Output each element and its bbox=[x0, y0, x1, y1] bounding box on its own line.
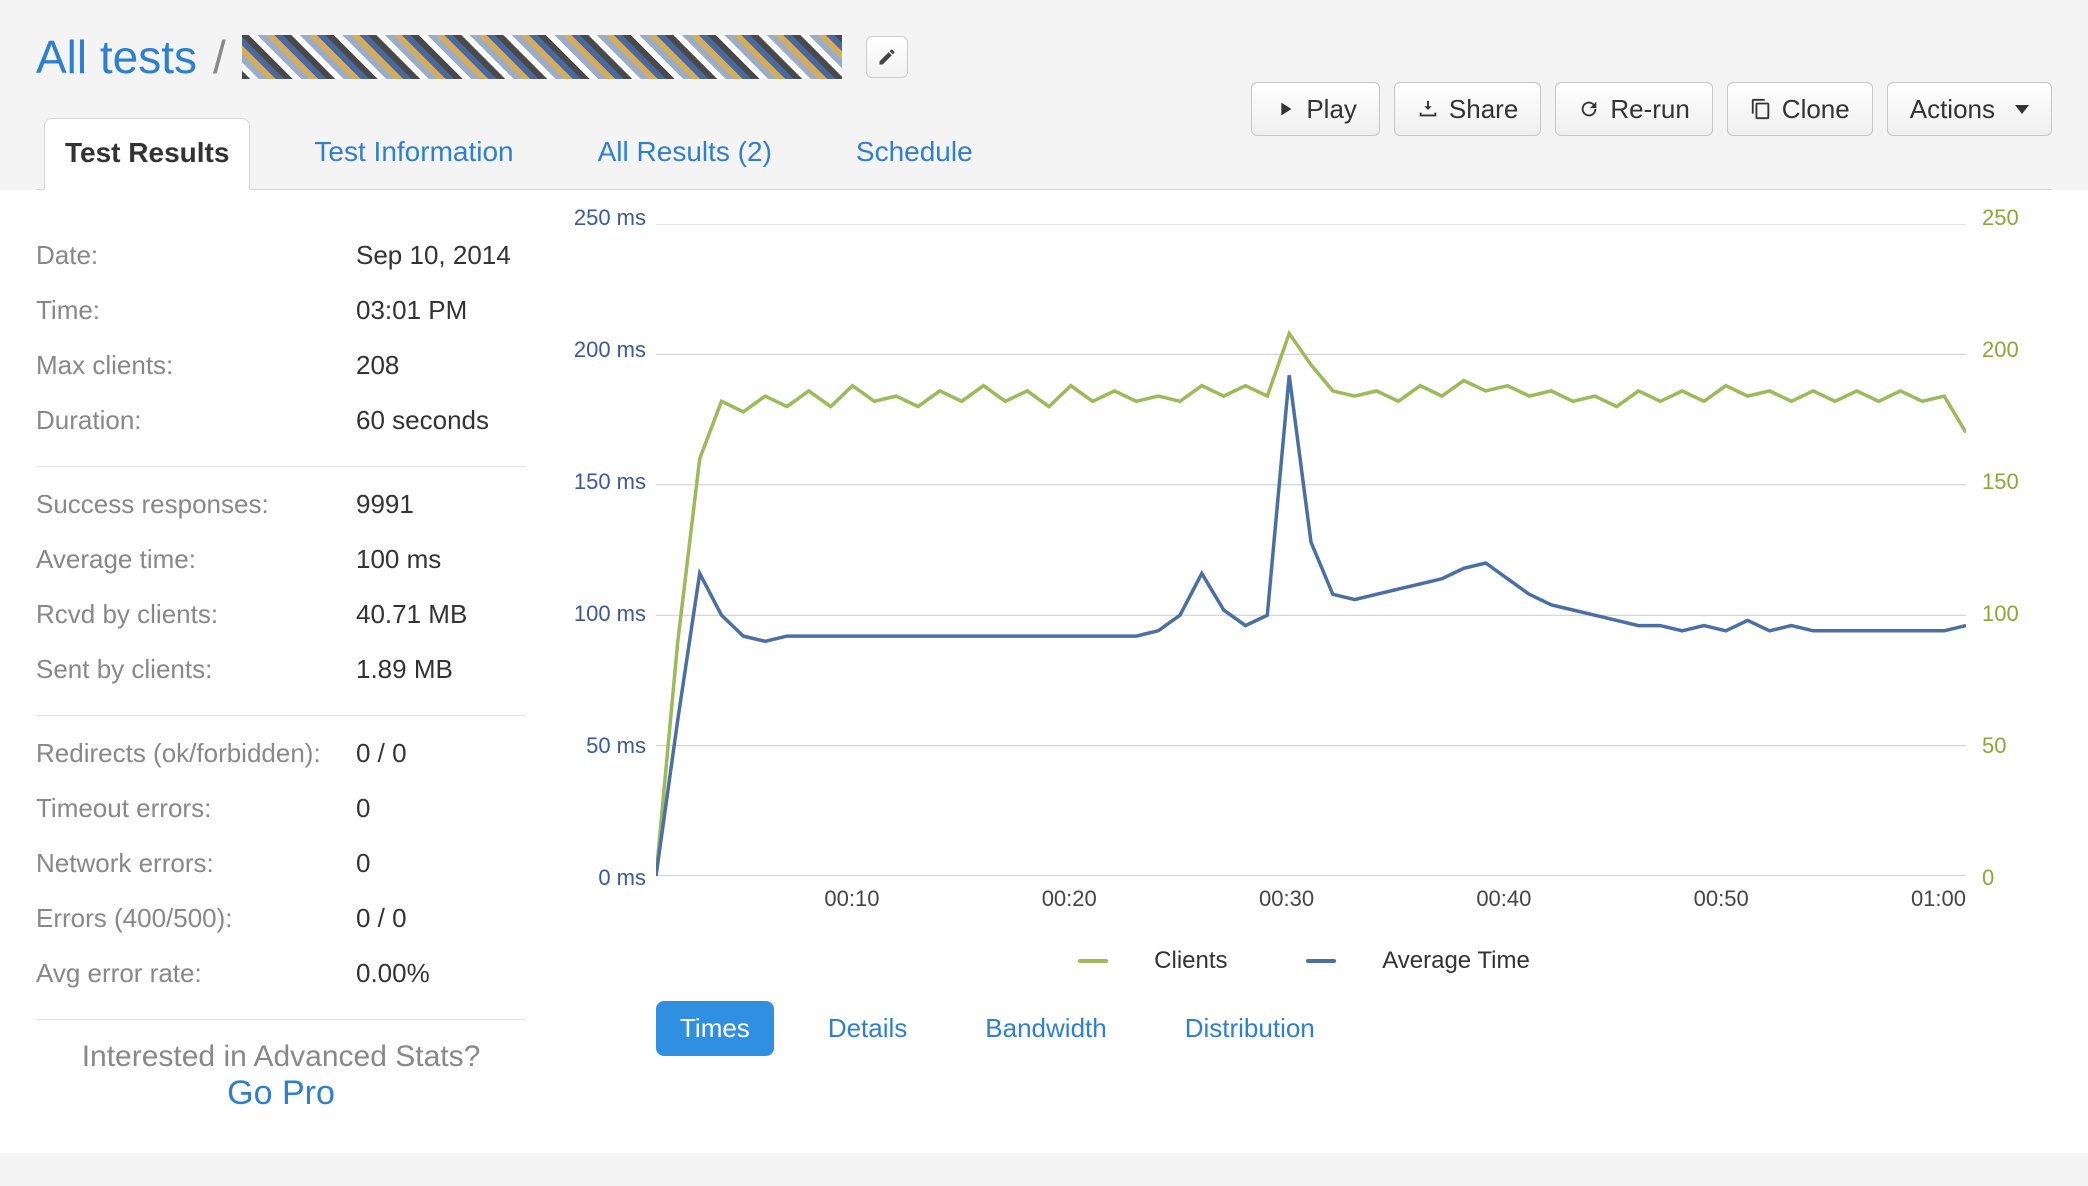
breadcrumb-all-tests[interactable]: All tests bbox=[36, 30, 197, 84]
edit-name-button[interactable] bbox=[866, 36, 908, 78]
chart-area: 0 ms50 ms100 ms150 ms200 ms250 ms 050100… bbox=[526, 218, 2052, 1133]
legend-average-time: Average Time bbox=[1288, 947, 1548, 975]
clone-button[interactable]: Clone bbox=[1727, 82, 1873, 136]
stats-label: Errors (400/500): bbox=[36, 903, 356, 934]
stats-row: Success responses:9991 bbox=[36, 477, 526, 532]
stats-value: 100 ms bbox=[356, 544, 441, 575]
stats-label: Max clients: bbox=[36, 350, 356, 381]
pencil-icon bbox=[877, 47, 897, 67]
stats-label: Average time: bbox=[36, 544, 356, 575]
promo: Interested in Advanced Stats? Go Pro bbox=[36, 1020, 526, 1133]
stats-value: 03:01 PM bbox=[356, 295, 467, 326]
action-bar: Play Share Re-run Clone Actions bbox=[1251, 82, 2052, 136]
x-tick: 00:50 bbox=[1694, 886, 1749, 912]
stats-label: Redirects (ok/forbidden): bbox=[36, 738, 356, 769]
stats-value: 9991 bbox=[356, 489, 414, 520]
share-button[interactable]: Share bbox=[1394, 82, 1541, 136]
x-axis: .00:1000:2000:3000:4000:5001:00 bbox=[656, 886, 1966, 912]
stats-row: Sent by clients:1.89 MB bbox=[36, 642, 526, 697]
share-label: Share bbox=[1449, 94, 1518, 125]
stats-row: Average time:100 ms bbox=[36, 532, 526, 587]
tab-all-results[interactable]: All Results (2) bbox=[578, 118, 792, 189]
play-button[interactable]: Play bbox=[1251, 82, 1380, 136]
chart-tabs: Times Details Bandwidth Distribution bbox=[556, 1001, 2052, 1056]
x-tick: 00:20 bbox=[1042, 886, 1097, 912]
stats-value: 0 bbox=[356, 793, 370, 824]
stats-value: 208 bbox=[356, 350, 399, 381]
stats-label: Network errors: bbox=[36, 848, 356, 879]
stats-value: 60 seconds bbox=[356, 405, 489, 436]
stats-value: 40.71 MB bbox=[356, 599, 467, 630]
stats-value: 0.00% bbox=[356, 958, 430, 989]
stats-row: Timeout errors:0 bbox=[36, 781, 526, 836]
series-average-time bbox=[656, 375, 1966, 876]
stats-row: Avg error rate:0.00% bbox=[36, 946, 526, 1001]
y-axis-left: 0 ms50 ms100 ms150 ms200 ms250 ms bbox=[556, 218, 652, 878]
clone-icon bbox=[1750, 98, 1772, 120]
stats-label: Time: bbox=[36, 295, 356, 326]
actions-label: Actions bbox=[1910, 94, 1995, 125]
test-name-redacted bbox=[242, 35, 842, 79]
promo-heading: Interested in Advanced Stats? bbox=[36, 1040, 526, 1074]
chart-tab-times[interactable]: Times bbox=[656, 1001, 774, 1056]
stats-label: Duration: bbox=[36, 405, 356, 436]
play-label: Play bbox=[1306, 94, 1357, 125]
stats-label: Timeout errors: bbox=[36, 793, 356, 824]
stats-row: Date:Sep 10, 2014 bbox=[36, 228, 526, 283]
chart-svg bbox=[656, 224, 1966, 876]
stats-row: Max clients:208 bbox=[36, 338, 526, 393]
stats-label: Date: bbox=[36, 240, 356, 271]
y-axis-right: 050100150200250 bbox=[1976, 218, 2036, 878]
stats-label: Rcvd by clients: bbox=[36, 599, 356, 630]
refresh-icon bbox=[1578, 98, 1600, 120]
stats-sidebar: Date:Sep 10, 2014Time:03:01 PMMax client… bbox=[36, 218, 526, 1133]
stats-group-basic: Date:Sep 10, 2014Time:03:01 PMMax client… bbox=[36, 218, 526, 467]
stats-row: Duration:60 seconds bbox=[36, 393, 526, 448]
actions-dropdown[interactable]: Actions bbox=[1887, 82, 2052, 136]
legend-swatch-clients bbox=[1078, 959, 1108, 963]
stats-label: Sent by clients: bbox=[36, 654, 356, 685]
rerun-label: Re-run bbox=[1610, 94, 1689, 125]
x-tick: 00:30 bbox=[1259, 886, 1314, 912]
breadcrumb-separator: / bbox=[213, 30, 226, 84]
chart-tab-distribution[interactable]: Distribution bbox=[1161, 1001, 1339, 1056]
stats-label: Avg error rate: bbox=[36, 958, 356, 989]
x-tick: 00:10 bbox=[824, 886, 879, 912]
chart-legend: Clients Average Time bbox=[556, 942, 2052, 975]
stats-group-errors: Redirects (ok/forbidden):0 / 0Timeout er… bbox=[36, 716, 526, 1020]
chart: 0 ms50 ms100 ms150 ms200 ms250 ms 050100… bbox=[556, 218, 2036, 928]
stats-group-throughput: Success responses:9991Average time:100 m… bbox=[36, 467, 526, 716]
stats-row: Network errors:0 bbox=[36, 836, 526, 891]
chart-tab-bandwidth[interactable]: Bandwidth bbox=[961, 1001, 1130, 1056]
stats-row: Rcvd by clients:40.71 MB bbox=[36, 587, 526, 642]
stats-value: 0 / 0 bbox=[356, 903, 407, 934]
tab-test-information[interactable]: Test Information bbox=[294, 118, 533, 189]
legend-clients: Clients bbox=[1060, 947, 1245, 975]
legend-swatch-avg bbox=[1306, 959, 1336, 963]
stats-label: Success responses: bbox=[36, 489, 356, 520]
clone-label: Clone bbox=[1782, 94, 1850, 125]
tab-test-results[interactable]: Test Results bbox=[44, 118, 250, 190]
go-pro-link[interactable]: Go Pro bbox=[227, 1074, 335, 1112]
chart-tab-details[interactable]: Details bbox=[804, 1001, 931, 1056]
stats-value: 0 bbox=[356, 848, 370, 879]
rerun-button[interactable]: Re-run bbox=[1555, 82, 1712, 136]
x-tick: 01:00 bbox=[1911, 886, 1966, 912]
breadcrumb: All tests / bbox=[36, 30, 2052, 84]
series-clients bbox=[656, 334, 1966, 877]
stats-row: Time:03:01 PM bbox=[36, 283, 526, 338]
share-icon bbox=[1417, 98, 1439, 120]
stats-value: 1.89 MB bbox=[356, 654, 453, 685]
tab-schedule[interactable]: Schedule bbox=[836, 118, 993, 189]
stats-value: Sep 10, 2014 bbox=[356, 240, 511, 271]
stats-value: 0 / 0 bbox=[356, 738, 407, 769]
stats-row: Errors (400/500):0 / 0 bbox=[36, 891, 526, 946]
stats-row: Redirects (ok/forbidden):0 / 0 bbox=[36, 726, 526, 781]
play-icon bbox=[1274, 98, 1296, 120]
x-tick: 00:40 bbox=[1476, 886, 1531, 912]
